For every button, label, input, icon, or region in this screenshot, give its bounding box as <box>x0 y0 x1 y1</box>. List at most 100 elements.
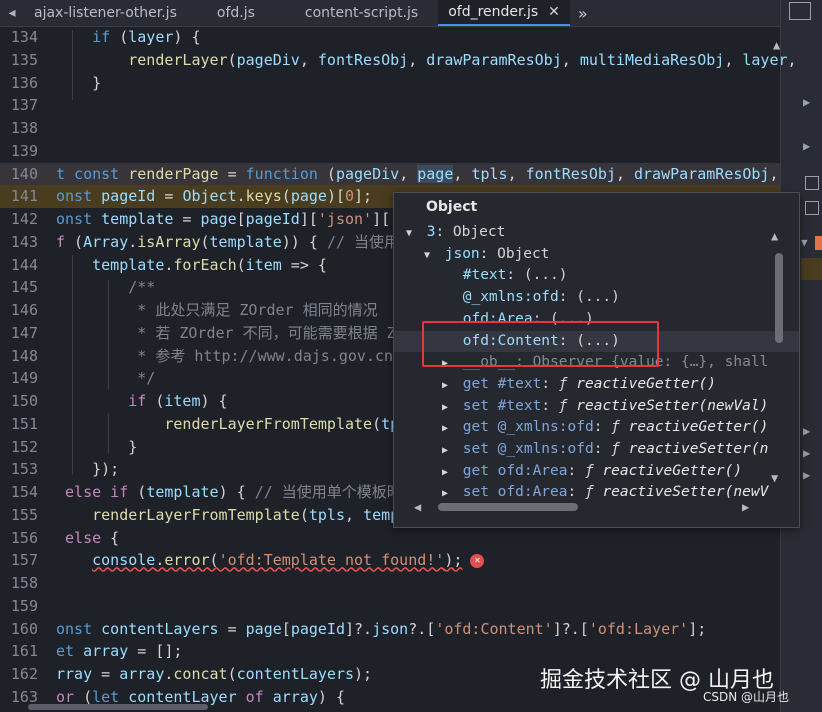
tab-ajax-listener-other[interactable]: ajax-listener-other.js <box>24 0 187 26</box>
code-line[interactable]: 156 else { <box>0 527 780 550</box>
code-text[interactable]: if (layer) { <box>56 26 200 49</box>
line-number[interactable]: 144 <box>0 254 38 277</box>
line-number[interactable]: 155 <box>0 504 38 527</box>
line-number[interactable]: 148 <box>0 345 38 368</box>
expand-toggle-icon[interactable]: ▶ <box>442 440 454 462</box>
expand-toggle-icon[interactable]: ▶ <box>442 462 454 484</box>
code-line[interactable]: 159 <box>0 595 780 618</box>
line-number[interactable]: 140 <box>0 163 38 186</box>
code-text[interactable]: f (Array.isArray(template)) { // 当使用 <box>56 231 399 254</box>
line-number[interactable]: 143 <box>0 231 38 254</box>
checkbox-icon[interactable] <box>805 176 819 190</box>
code-line[interactable]: 160 onst contentLayers = page[pageId]?.js… <box>0 618 780 641</box>
scroll-up-icon[interactable]: ▲ <box>771 229 778 243</box>
line-number[interactable]: 141 <box>0 185 38 208</box>
code-text[interactable]: * 参考 http://www.dajs.gov.cn/a <box>56 345 411 368</box>
line-number[interactable]: 138 <box>0 117 38 140</box>
checkbox-icon[interactable] <box>805 201 819 215</box>
more-tabs-icon[interactable]: » <box>570 0 596 26</box>
line-number[interactable]: 159 <box>0 595 38 618</box>
code-text[interactable]: renderLayerFromTemplate(tpls <box>56 413 417 436</box>
panel-toggle-icon[interactable] <box>789 2 811 20</box>
tab-content-script[interactable]: content-script.js <box>285 0 438 26</box>
line-number[interactable]: 162 <box>0 663 38 686</box>
code-line[interactable]: 134 if (layer) { <box>0 26 780 49</box>
code-text[interactable]: * 此处只满足 ZOrder 相同的情况 <box>56 299 377 322</box>
inspector-row[interactable]: ▶ set ofd:Area: ƒ reactiveSetter(newV <box>394 482 799 505</box>
code-text[interactable]: } <box>56 436 137 459</box>
expand-icon[interactable]: ▶ <box>803 446 810 460</box>
code-line[interactable]: 157 console.error('ofd:Template not foun… <box>0 549 780 572</box>
inspector-row[interactable]: ▶ set #text: ƒ reactiveSetter(newVal) <box>394 396 799 419</box>
inspector-row[interactable]: ▶ get @_xmlns:ofd: ƒ reactiveGetter() <box>394 417 799 440</box>
line-number[interactable]: 160 <box>0 618 38 641</box>
code-text[interactable]: else if (template) { // 当使用单个模板时 <box>56 481 402 504</box>
code-text[interactable]: console.error('ofd:Template not found!')… <box>56 549 485 572</box>
line-number[interactable]: 151 <box>0 413 38 436</box>
inspector-row[interactable]: ▶ get #text: ƒ reactiveGetter() <box>394 374 799 396</box>
line-number[interactable]: 150 <box>0 390 38 413</box>
line-number[interactable]: 142 <box>0 208 38 231</box>
code-text[interactable]: et array = []; <box>56 640 182 663</box>
code-line[interactable]: 137 <box>0 94 780 117</box>
expand-toggle-icon[interactable]: ▶ <box>442 418 454 440</box>
line-number[interactable]: 158 <box>0 572 38 595</box>
code-text[interactable]: } <box>56 72 101 95</box>
line-number[interactable]: 161 <box>0 640 38 663</box>
code-line[interactable]: 138 <box>0 117 780 140</box>
code-line[interactable]: 161 et array = []; <box>0 640 780 663</box>
code-text[interactable]: onst template = page[pageId]['json']['o <box>56 208 408 231</box>
code-text[interactable]: template.forEach(item => { <box>56 254 327 277</box>
code-text[interactable]: renderLayer(pageDiv, fontResObj, drawPar… <box>56 49 796 72</box>
scroll-right-icon[interactable]: ▶ <box>742 500 749 514</box>
scroll-down-icon[interactable]: ▼ <box>771 471 778 485</box>
code-line[interactable]: 135 renderLayer(pageDiv, fontResObj, dra… <box>0 49 797 72</box>
line-number[interactable]: 134 <box>0 26 38 49</box>
code-text[interactable]: onst pageId = Object.keys(page)[0]; <box>56 185 372 208</box>
inspector-row[interactable]: #text: (...) <box>394 265 799 287</box>
step-icon[interactable]: ▶ <box>803 139 810 153</box>
line-number[interactable]: 135 <box>0 49 38 72</box>
vertical-scrollbar[interactable] <box>775 253 783 343</box>
code-text[interactable]: t const renderPage = function (pageDiv, … <box>56 163 779 186</box>
code-text[interactable]: rray = array.concat(contentLayers); <box>56 663 372 686</box>
chevron-down-icon[interactable]: ▼ <box>801 236 808 249</box>
expand-icon[interactable]: ▶ <box>803 424 810 438</box>
tab-ofd-js[interactable]: ofd.js <box>187 0 285 26</box>
code-text[interactable]: onst contentLayers = page[pageId]?.json?… <box>56 618 706 641</box>
line-number[interactable]: 137 <box>0 94 38 117</box>
expand-toggle-icon[interactable]: ▶ <box>442 483 454 505</box>
code-text[interactable]: */ <box>56 367 155 390</box>
expand-toggle-icon[interactable]: ▶ <box>442 397 454 419</box>
close-icon[interactable]: ✕ <box>548 4 560 20</box>
line-number[interactable]: 145 <box>0 276 38 299</box>
tab-ofd-render[interactable]: ofd_render.js ✕ <box>438 0 570 26</box>
expand-toggle-icon[interactable]: ▼ <box>424 245 436 267</box>
code-line[interactable]: 140 t const renderPage = function (pageDi… <box>0 162 780 186</box>
line-number[interactable]: 152 <box>0 436 38 459</box>
code-line[interactable]: 136 } <box>0 72 780 95</box>
horizontal-scrollbar[interactable] <box>28 704 208 710</box>
expand-icon[interactable]: ▶ <box>803 468 810 482</box>
code-line[interactable]: 139 <box>0 140 780 163</box>
code-text[interactable]: else { <box>56 527 119 550</box>
line-number[interactable]: 147 <box>0 322 38 345</box>
code-text[interactable]: }); <box>56 458 119 481</box>
tab-nav-icon[interactable]: ◂ <box>0 0 24 26</box>
code-text[interactable]: renderLayerFromTemplate(tpls, templa <box>56 504 417 527</box>
inspector-row[interactable]: ▶ get ofd:Area: ƒ reactiveGetter() <box>394 461 799 484</box>
code-line[interactable]: 158 <box>0 572 780 595</box>
line-number[interactable]: 146 <box>0 299 38 322</box>
inspector-row[interactable]: ▼ json: Object <box>394 244 794 266</box>
inspector-row[interactable]: ▶ set @_xmlns:ofd: ƒ reactiveSetter(n <box>394 439 799 462</box>
play-icon[interactable]: ▶ <box>803 95 810 109</box>
line-number[interactable]: 139 <box>0 140 38 163</box>
inspector-row[interactable]: @_xmlns:ofd: (...) <box>394 287 799 309</box>
line-number[interactable]: 157 <box>0 549 38 572</box>
scroll-left-icon[interactable]: ◀ <box>414 500 421 514</box>
line-number[interactable]: 149 <box>0 367 38 390</box>
code-text[interactable]: if (item) { <box>56 390 227 413</box>
line-number[interactable]: 154 <box>0 481 38 504</box>
inspector-row[interactable]: ▼ 3: Object <box>394 222 776 244</box>
line-number[interactable]: 136 <box>0 72 38 95</box>
